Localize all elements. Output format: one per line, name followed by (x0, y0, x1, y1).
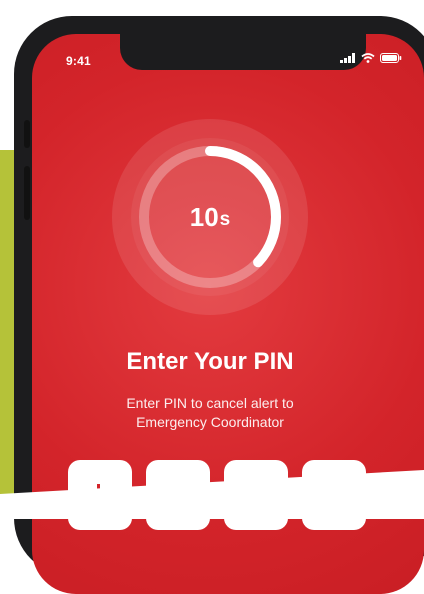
subtitle-line-1: Enter PIN to cancel alert to (126, 395, 294, 411)
wifi-icon (361, 53, 375, 63)
page-title: Enter Your PIN (126, 348, 294, 375)
text-cursor (97, 484, 100, 510)
phone-notch (120, 34, 366, 70)
signal-icon (340, 53, 355, 63)
pin-input-row (68, 460, 366, 530)
pin-digit-3[interactable] (224, 460, 288, 530)
status-icons (340, 53, 402, 63)
pin-digit-4[interactable] (302, 460, 366, 530)
phone-mute-switch (24, 120, 30, 148)
battery-icon (380, 53, 402, 63)
timer-unit: s (219, 208, 231, 230)
subtitle-line-2: Emergency Coordinator (136, 414, 284, 430)
page-subtitle: Enter PIN to cancel alert to Emergency C… (32, 394, 388, 432)
pin-digit-1[interactable] (68, 460, 132, 530)
pin-digit-2[interactable] (146, 460, 210, 530)
timer-readout: 10 s (112, 119, 308, 315)
timer-value: 10 (189, 201, 219, 232)
countdown-timer: 10 s (112, 119, 308, 315)
status-time: 9:41 (66, 54, 91, 68)
app-screen: 9:41 10 s Enter Your PIN Enter PIN to ca… (32, 34, 424, 594)
phone-volume-button (24, 166, 30, 220)
